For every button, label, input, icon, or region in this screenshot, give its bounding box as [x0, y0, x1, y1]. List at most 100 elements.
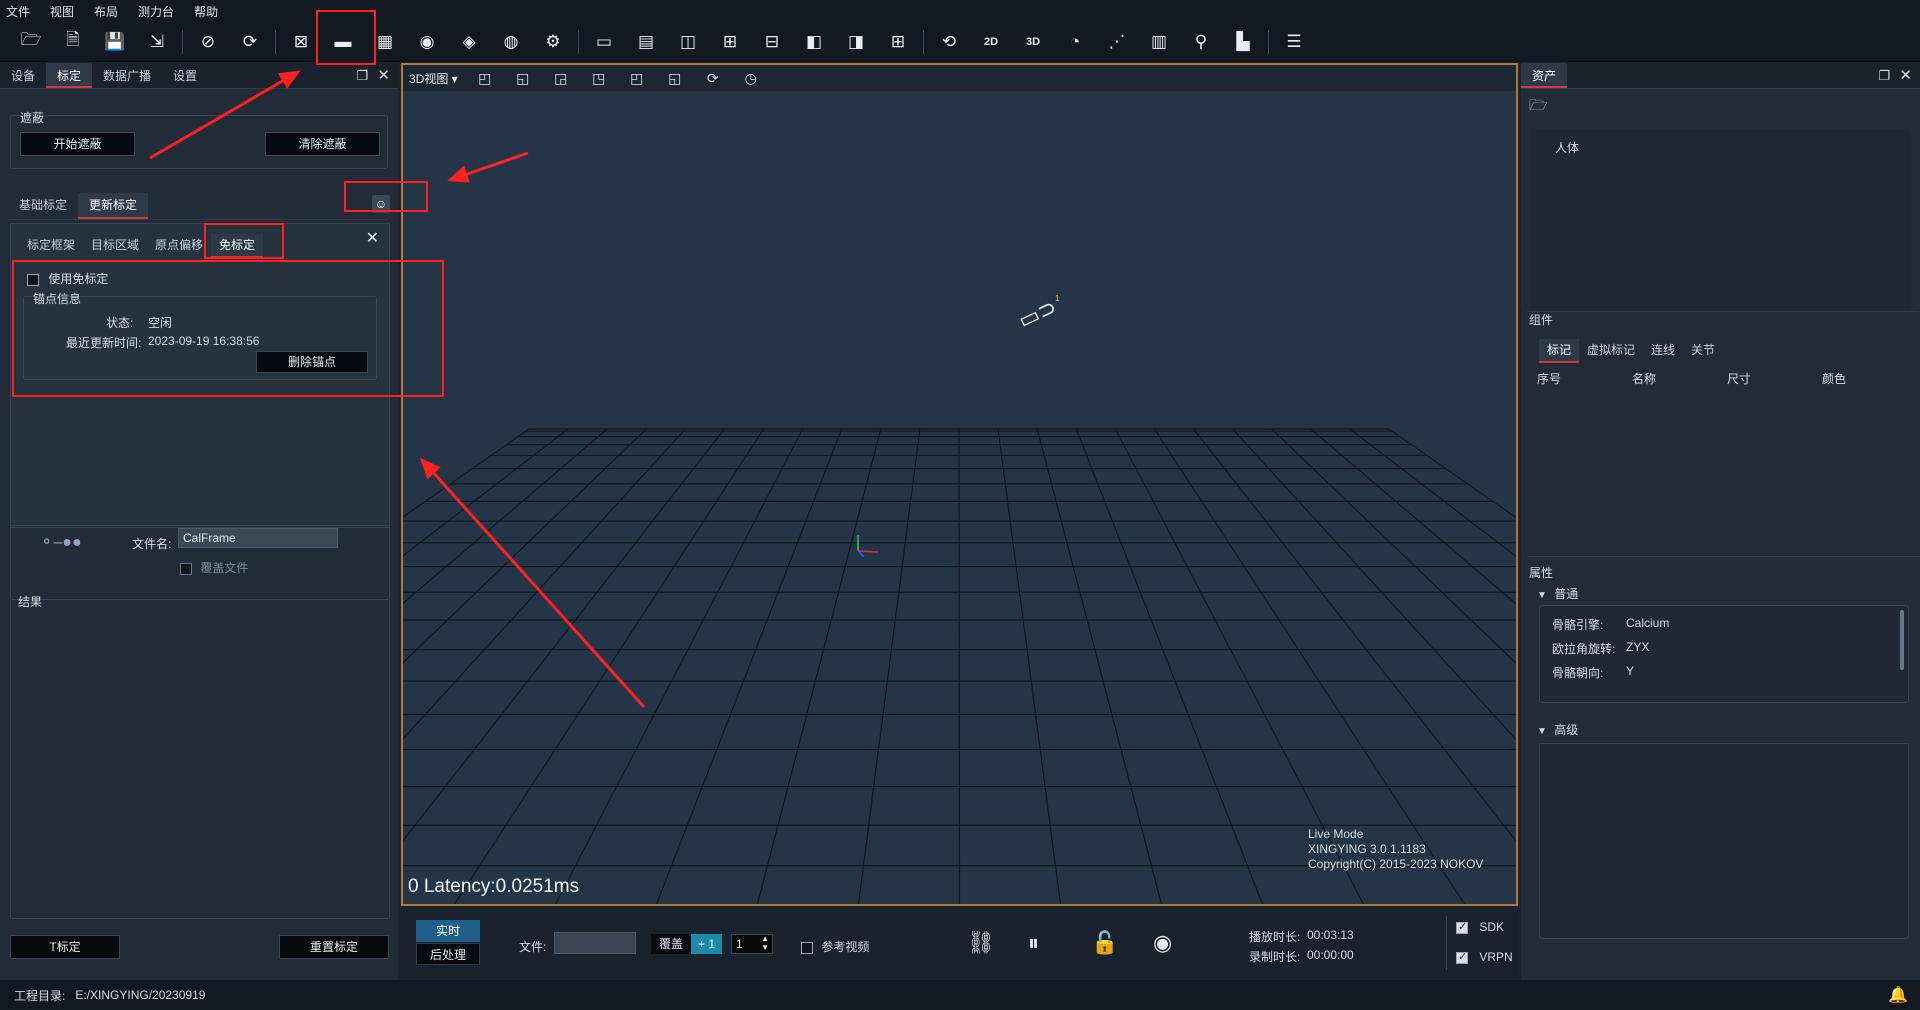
view-front-icon[interactable]: ◰	[466, 70, 504, 87]
filename-label: 文件名:	[132, 537, 172, 551]
3d-viewport[interactable]: 3D视图 ▾ ◰ ◱ ◲ ◳ ◰ ◱ ⟳ ◷ ▭⊃ 1 Live Mode XI…	[401, 63, 1518, 906]
3d-icon[interactable]: 3D	[1012, 26, 1054, 58]
save-icon[interactable]: 💾	[94, 26, 136, 58]
compass-icon[interactable]: ◷	[732, 70, 770, 87]
menu-file[interactable]: 文件	[6, 3, 30, 20]
normal-section-toggle[interactable]: ▼ 普通	[1537, 585, 1578, 602]
ref-video-checkbox[interactable]	[801, 941, 813, 954]
view-top-icon[interactable]: ◰	[618, 70, 656, 87]
open-asset-icon[interactable]: 🗁	[1529, 95, 1548, 120]
float-panel-icon[interactable]: ❐	[356, 68, 368, 84]
plus-one-button[interactable]: + 1	[691, 934, 723, 954]
overwrite-file-checkbox[interactable]	[180, 562, 192, 575]
tab-data-broadcast[interactable]: 数据广播	[92, 63, 162, 88]
frame-step-spinner[interactable]: 1 ▲ ▼	[731, 934, 773, 954]
link-icon[interactable]: ⛓	[967, 930, 995, 956]
realtime-button[interactable]: 实时	[416, 920, 480, 942]
prop-euler-key: 欧拉角旋转:	[1552, 642, 1616, 656]
advanced-section-toggle[interactable]: ▼ 高级	[1537, 721, 1578, 738]
menu-view[interactable]: 视图	[50, 3, 74, 20]
tab-update-calibration[interactable]: 更新标定	[78, 193, 149, 219]
tab-origin-offset[interactable]: 原点偏移	[147, 234, 211, 258]
reset-calibration-button[interactable]: 重置标定	[279, 935, 389, 959]
view-right-icon[interactable]: ◳	[580, 70, 618, 87]
layout-5-icon[interactable]: ◧	[793, 26, 835, 58]
tab-device[interactable]: 设备	[0, 63, 46, 88]
reset-view-icon[interactable]: ⟳	[694, 70, 732, 87]
menu-force-plate[interactable]: 测力台	[138, 3, 174, 20]
overwrite-tag[interactable]: 覆盖	[651, 934, 692, 954]
menu-help[interactable]: 帮助	[194, 3, 218, 20]
prop-skeleton-engine-value[interactable]: Calcium	[1626, 616, 1669, 630]
float-right-panel-icon[interactable]: ❐	[1878, 68, 1890, 84]
layout-3-icon[interactable]: ⊞	[709, 26, 751, 58]
project-dir-value: E:/XINGYING/20230919	[75, 988, 206, 1002]
record-icon[interactable]: ◉	[1153, 930, 1172, 956]
prop-bone-dir-value[interactable]: Y	[1626, 664, 1634, 678]
tab-settings[interactable]: 设置	[162, 63, 208, 88]
rotate-icon[interactable]: ◉	[406, 26, 448, 58]
prop-euler-value[interactable]: ZYX	[1626, 640, 1649, 654]
layout-7-icon[interactable]: ⊞	[877, 26, 919, 58]
tab-assets[interactable]: 资产	[1521, 63, 1568, 88]
sdk-checkbox[interactable]	[1456, 920, 1468, 934]
tab-calib-frame[interactable]: 标定框架	[19, 234, 83, 258]
annotation-box-ruler	[316, 10, 376, 65]
grid-line	[756, 428, 882, 904]
gauge-icon[interactable]: ◔	[1054, 26, 1096, 58]
pause-icon[interactable]: ⏸	[1028, 930, 1039, 956]
filename-input[interactable]	[178, 528, 338, 548]
layout-2-icon[interactable]: ◫	[667, 26, 709, 58]
play-duration-label: 播放时长:	[1249, 930, 1301, 944]
tab-basic-calibration[interactable]: 基础标定	[8, 193, 78, 219]
menu-layout[interactable]: 布局	[94, 3, 118, 20]
refresh-icon[interactable]: ⟳	[229, 26, 271, 58]
list-icon[interactable]: ☰	[1273, 26, 1315, 58]
postprocess-button[interactable]: 后处理	[416, 943, 480, 965]
view-left-icon[interactable]: ◲	[542, 70, 580, 87]
tab-virtual-markers[interactable]: 虚拟标记	[1579, 339, 1643, 363]
view-bottom-icon[interactable]: ◱	[656, 70, 694, 87]
location-icon[interactable]: ⚲	[1180, 26, 1222, 58]
layout-4-icon[interactable]: ⊟	[751, 26, 793, 58]
layers-icon[interactable]: ◈	[448, 26, 490, 58]
screen-refresh-icon[interactable]: ⟲	[928, 26, 970, 58]
close-right-panel-icon[interactable]: ✕	[1899, 66, 1912, 84]
t-calibration-button[interactable]: T标定	[10, 935, 120, 959]
layout-6-icon[interactable]: ◨	[835, 26, 877, 58]
layout-1-icon[interactable]: ▤	[625, 26, 667, 58]
unlock-icon[interactable]: 🔓	[1091, 930, 1118, 956]
view-mode-dropdown[interactable]: 3D视图 ▾	[409, 70, 458, 87]
tab-calibration[interactable]: 标定	[46, 63, 93, 88]
grid-line	[403, 428, 530, 518]
tab-target-area[interactable]: 目标区域	[83, 234, 147, 258]
view-back-icon[interactable]: ◱	[504, 70, 542, 87]
open-folder-icon[interactable]: 🗁	[10, 26, 52, 58]
2d-icon[interactable]: 2D	[970, 26, 1012, 58]
close-panel-icon[interactable]: ✕	[377, 66, 390, 84]
hide-icon[interactable]: ⊘	[187, 26, 229, 58]
save-as-icon[interactable]: ⇲	[136, 26, 178, 58]
tab-markers[interactable]: 标记	[1539, 339, 1580, 363]
calib-frame-icon: ⚬–●●	[40, 534, 82, 551]
left-panel-tabs: 设备 标定 数据广播 设置	[0, 63, 398, 89]
settings-icon[interactable]: ⚙	[532, 26, 574, 58]
tab-joints[interactable]: 关节	[1683, 339, 1723, 363]
monitor-icon[interactable]: ▭	[583, 26, 625, 58]
wifi-icon[interactable]: ◍	[490, 26, 532, 58]
properties-scrollbar[interactable]	[1900, 610, 1904, 670]
asset-list: 人体	[1531, 129, 1911, 309]
asset-item-human[interactable]: 人体	[1531, 129, 1911, 166]
close-dialog-icon[interactable]: ✕	[366, 228, 379, 248]
bar-chart-icon[interactable]: ▥	[1138, 26, 1180, 58]
notification-bell-icon[interactable]: 🔔	[1888, 985, 1908, 1005]
start-mask-button[interactable]: 开始遮蔽	[20, 132, 135, 156]
left-panel: 设备 标定 数据广播 设置 ❐ ✕ 遮蔽 开始遮蔽 清除遮蔽 基础标定 更新标定…	[0, 63, 398, 980]
clear-mask-button[interactable]: 清除遮蔽	[265, 132, 380, 156]
new-file-icon[interactable]: 🗎	[52, 26, 94, 58]
tab-links[interactable]: 连线	[1643, 339, 1683, 363]
file-input[interactable]	[554, 932, 636, 954]
document-icon[interactable]: ▙	[1222, 26, 1264, 58]
vrpn-checkbox[interactable]	[1456, 950, 1468, 964]
nodes-icon[interactable]: ⋰	[1096, 26, 1138, 58]
